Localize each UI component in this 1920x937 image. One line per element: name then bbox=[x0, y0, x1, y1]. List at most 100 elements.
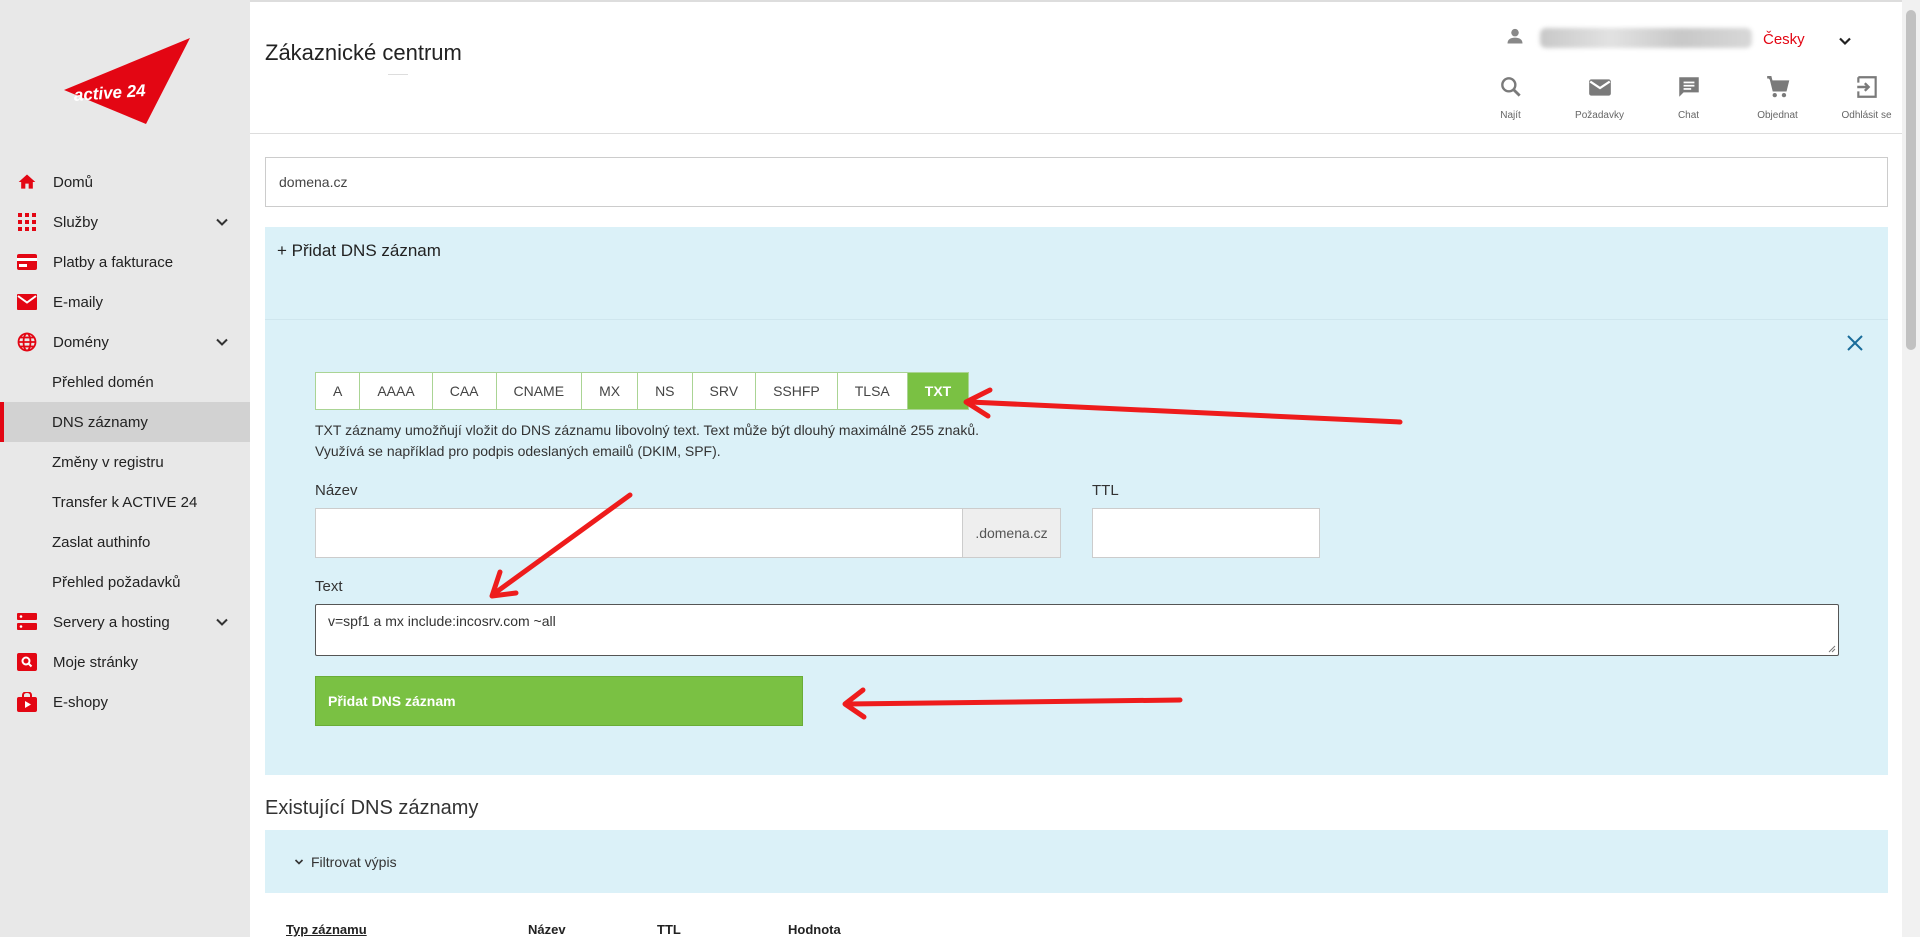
sidebar-item-servers-hosting[interactable]: Servery a hosting bbox=[0, 602, 250, 642]
web-search-icon bbox=[16, 651, 38, 673]
filter-label: Filtrovat výpis bbox=[311, 854, 397, 870]
add-dns-panel: + Přidat DNS záznam A AAAA CAA CNAME MX … bbox=[265, 227, 1888, 775]
page-title: Zákaznické centrum bbox=[265, 40, 462, 65]
header-divider bbox=[250, 133, 1920, 134]
sidebar-item-home[interactable]: Domů bbox=[0, 162, 250, 202]
description-line: TXT záznamy umožňují vložit do DNS zázna… bbox=[315, 422, 980, 438]
sidebar-item-label: E-maily bbox=[53, 293, 104, 311]
sidebar-item-label: Služby bbox=[53, 213, 99, 231]
tool-label: Najít bbox=[1500, 110, 1521, 121]
ttl-label: TTL bbox=[1092, 482, 1119, 499]
sidebar-item-transfer[interactable]: Transfer k ACTIVE 24 bbox=[0, 482, 250, 522]
user-icon[interactable] bbox=[1505, 26, 1525, 46]
sidebar-item-label: Změny v registru bbox=[52, 453, 164, 471]
type-button-mx[interactable]: MX bbox=[582, 373, 639, 409]
mail-icon bbox=[16, 291, 38, 313]
sidebar-item-label: Transfer k ACTIVE 24 bbox=[52, 493, 198, 511]
search-button[interactable]: Najít bbox=[1466, 74, 1555, 121]
sidebar-item-label: E-shopy bbox=[53, 693, 109, 711]
shop-bag-icon bbox=[16, 691, 38, 713]
panel-divider bbox=[265, 319, 1888, 320]
text-textarea[interactable]: v=spf1 a mx include:incosrv.com ~all bbox=[315, 604, 1839, 656]
type-button-cname[interactable]: CNAME bbox=[496, 373, 583, 409]
scrollbar-thumb[interactable] bbox=[1906, 10, 1916, 350]
cart-icon bbox=[1766, 76, 1789, 98]
home-icon bbox=[16, 171, 38, 193]
sidebar: active 24 Domů Služby Platby a fakturace… bbox=[0, 0, 250, 937]
type-button-aaaa[interactable]: AAAA bbox=[360, 373, 433, 409]
column-header-name: Název bbox=[528, 922, 566, 937]
sidebar-item-eshops[interactable]: E-shopy bbox=[0, 682, 250, 722]
sidebar-item-label: DNS záznamy bbox=[52, 413, 148, 431]
column-header-ttl: TTL bbox=[657, 922, 681, 937]
chevron-down-icon[interactable] bbox=[214, 214, 230, 230]
tool-label: Objednat bbox=[1757, 110, 1798, 121]
record-type-selector: A AAAA CAA CNAME MX NS SRV SSHFP TLSA TX… bbox=[315, 372, 970, 410]
type-button-sshfp[interactable]: SSHFP bbox=[756, 373, 838, 409]
title-divider bbox=[388, 74, 408, 75]
sidebar-item-billing[interactable]: Platby a fakturace bbox=[0, 242, 250, 282]
column-header-value: Hodnota bbox=[788, 922, 841, 937]
add-dns-record-button[interactable]: Přidat DNS záznam bbox=[315, 676, 803, 726]
type-button-srv[interactable]: SRV bbox=[692, 373, 757, 409]
sidebar-item-services[interactable]: Služby bbox=[0, 202, 250, 242]
text-label: Text bbox=[315, 578, 343, 595]
mail-icon bbox=[1588, 79, 1611, 96]
sidebar-item-dns-records[interactable]: DNS záznamy bbox=[0, 402, 250, 442]
sidebar-item-emails[interactable]: E-maily bbox=[0, 282, 250, 322]
sidebar-item-domains-overview[interactable]: Přehled domén bbox=[0, 362, 250, 402]
sidebar-item-registry-changes[interactable]: Změny v registru bbox=[0, 442, 250, 482]
description-line: Využívá se například pro podpis odeslaný… bbox=[315, 443, 721, 459]
chevron-down-icon[interactable] bbox=[1836, 32, 1854, 50]
search-icon bbox=[1500, 77, 1521, 97]
chat-icon bbox=[1678, 77, 1699, 97]
sidebar-item-label: Platby a fakturace bbox=[53, 253, 174, 271]
filter-toggle[interactable]: Filtrovat výpis bbox=[293, 854, 397, 870]
header-toolbar: Najít Požadavky Chat Objednat Odhlásit s… bbox=[1466, 74, 1911, 121]
sidebar-item-requests-overview[interactable]: Přehled požadavků bbox=[0, 562, 250, 602]
name-input[interactable] bbox=[315, 508, 963, 558]
server-icon bbox=[16, 611, 38, 633]
filter-panel: Filtrovat výpis bbox=[265, 830, 1888, 893]
domain-suffix: .domena.cz bbox=[963, 508, 1061, 558]
sidebar-item-my-pages[interactable]: Moje stránky bbox=[0, 642, 250, 682]
sidebar-item-domains[interactable]: Domény bbox=[0, 322, 250, 362]
logout-icon bbox=[1856, 76, 1877, 98]
type-button-txt[interactable]: TXT bbox=[907, 373, 969, 409]
type-button-a[interactable]: A bbox=[316, 373, 361, 409]
chevron-down-icon[interactable] bbox=[214, 614, 230, 630]
resize-handle-icon[interactable] bbox=[1828, 645, 1836, 653]
sidebar-item-label: Přehled požadavků bbox=[52, 573, 181, 591]
column-header-type[interactable]: Typ záznamu bbox=[286, 922, 367, 937]
active24-logo[interactable]: active 24 bbox=[62, 38, 190, 124]
user-name-redacted[interactable] bbox=[1540, 28, 1752, 48]
sidebar-item-label: Zaslat authinfo bbox=[52, 533, 151, 551]
record-type-description: TXT záznamy umožňují vložit do DNS zázna… bbox=[315, 420, 1075, 462]
type-button-tlsa[interactable]: TLSA bbox=[837, 373, 908, 409]
logout-button[interactable]: Odhlásit se bbox=[1822, 74, 1911, 121]
sidebar-item-label: Přehled domén bbox=[52, 373, 154, 391]
ttl-input[interactable] bbox=[1092, 508, 1320, 558]
type-button-caa[interactable]: CAA bbox=[432, 373, 497, 409]
tool-label: Chat bbox=[1677, 110, 1700, 121]
sidebar-nav: Domů Služby Platby a fakturace E-maily D… bbox=[0, 162, 250, 722]
existing-records-title: Existující DNS záznamy bbox=[265, 797, 479, 819]
sidebar-item-label: Moje stránky bbox=[53, 653, 139, 671]
tool-label: Požadavky bbox=[1575, 110, 1624, 121]
top-border bbox=[250, 0, 1920, 2]
close-icon[interactable] bbox=[1845, 333, 1865, 353]
sidebar-item-label: Domů bbox=[53, 173, 94, 191]
type-button-ns[interactable]: NS bbox=[638, 373, 693, 409]
domain-selector[interactable]: domena.cz bbox=[265, 157, 1888, 207]
tool-label: Odhlásit se bbox=[1841, 110, 1892, 121]
requests-button[interactable]: Požadavky bbox=[1555, 74, 1644, 121]
language-selector[interactable]: Česky bbox=[1763, 31, 1805, 48]
globe-icon bbox=[16, 331, 38, 353]
add-dns-heading[interactable]: + Přidat DNS záznam bbox=[277, 241, 441, 261]
order-button[interactable]: Objednat bbox=[1733, 74, 1822, 121]
chevron-down-icon[interactable] bbox=[214, 334, 230, 350]
sidebar-item-label: Servery a hosting bbox=[53, 613, 170, 631]
chat-button[interactable]: Chat bbox=[1644, 74, 1733, 121]
text-value: v=spf1 a mx include:incosrv.com ~all bbox=[328, 613, 556, 629]
sidebar-item-authinfo[interactable]: Zaslat authinfo bbox=[0, 522, 250, 562]
